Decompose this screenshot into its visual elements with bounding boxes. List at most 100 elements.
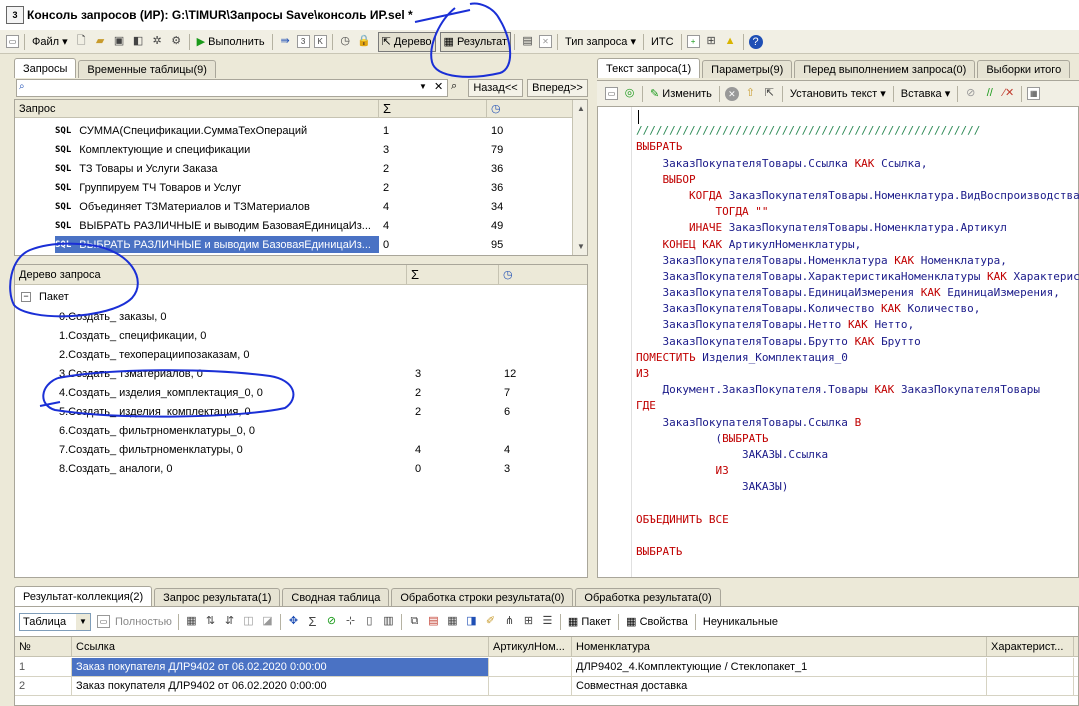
tab-queries[interactable]: Запросы [14,58,77,78]
tree-row[interactable]: 4.Создать_ изделия_комплектация_0, 0 2 7 [15,383,571,402]
insert-menu[interactable]: Вставка ▾ [897,84,954,104]
export-icon[interactable]: ▤ [426,614,441,629]
tab-result-collection[interactable]: Результат-коллекция(2) [14,586,153,606]
select-cursor-icon[interactable]: ⇱ [762,86,777,101]
structure-icon[interactable]: ⊞ [704,34,719,49]
tab-row-processing[interactable]: Обработка строки результата(0) [391,588,574,606]
help-icon[interactable]: ? [748,34,763,49]
table-icon[interactable]: ▦ [1027,87,1041,100]
query-name-cell[interactable]: SQL СУММА(Спецификации.СуммаТехОпераций [55,122,309,139]
query-name-cell[interactable]: SQL Группируем ТЧ Товаров и Услуг [55,179,243,196]
collapse-icon[interactable]: − [21,291,31,302]
run-button[interactable]: ▶ Выполнить [193,32,269,52]
tab-before-execution[interactable]: Перед выполнением запроса(0) [794,60,976,78]
result-cell[interactable] [1074,677,1078,696]
query-name-cell[interactable]: SQL ВЫБРАТЬ РАЗЛИЧНЫЕ и выводим БазоваяЕд… [55,236,379,253]
filter-icon[interactable]: ⊘ [324,614,339,629]
copy-icon[interactable]: ⧉ [407,614,422,629]
format-icon[interactable]: ▤ [520,34,535,49]
tab-temp-tables[interactable]: Временные таблицы(9) [78,60,216,78]
result-cell[interactable]: Заказ покупателя ДЛР9402 от 06.02.2020 0… [72,677,489,696]
tree-row[interactable]: 1.Создать_ спецификации, 0 [15,326,571,345]
tree-row[interactable]: 0.Создать_ заказы, 0 [15,307,571,326]
scroll-down-icon[interactable]: ▼ [573,239,587,255]
file-menu[interactable]: Файл ▾ [28,32,72,52]
ungroup-icon[interactable]: ◪ [260,614,275,629]
query-name-cell[interactable]: SQL ТЗ Товары и Услуги Заказа [55,160,220,177]
editor-menu-icon[interactable]: ▭ [605,87,618,100]
result-cell[interactable] [489,677,572,696]
non-unique-button[interactable]: Неуникальные [699,612,782,632]
tree-row[interactable]: 7.Создать_ фильтрноменклатуры, 0 4 4 [15,440,571,459]
query-list-row[interactable]: SQL Группируем ТЧ Товаров и Услуг 2 36 [15,178,571,197]
result-cell[interactable]: ш [1074,658,1078,677]
result-button[interactable]: ▦ Результат [439,31,512,52]
its-button[interactable]: ИТС [647,32,678,52]
result-cell[interactable] [987,677,1074,696]
fullness-button[interactable]: Полностью [112,612,175,632]
set-text-menu[interactable]: Установить текст ▾ [786,84,890,104]
result-column-header[interactable]: Е [1074,637,1078,657]
new-file-icon[interactable]: 🗋 [74,34,89,49]
query-list-row[interactable]: SQL СУММА(Спецификации.СуммаТехОпераций 1 1… [15,121,571,140]
tab-pivot-table[interactable]: Сводная таблица [282,588,390,606]
result-cell[interactable] [489,658,572,677]
disabled-close-icon[interactable]: ✕ [539,35,553,48]
back-button[interactable]: Назад<< [468,79,523,97]
sum-icon[interactable]: Σ [305,614,320,629]
warning-icon[interactable]: ▲ [723,34,738,49]
properties-button[interactable]: ▦ Свойства [622,612,692,632]
query-list-row[interactable]: SQL ВЫБРАТЬ РАЗЛИЧНЫЕ и выводим БазоваяЕд… [15,235,571,254]
tab-result-processing[interactable]: Обработка результата(0) [575,588,721,606]
query-name-header[interactable]: Запрос [15,100,379,118]
find-icon[interactable]: ⌕ [451,80,457,93]
tab-parameters[interactable]: Параметры(9) [702,60,793,78]
query-code[interactable]: ////////////////////////////////////////… [636,107,1079,557]
query-tree-header[interactable]: Дерево запроса [15,265,407,285]
cancel-icon[interactable]: ✕ [724,86,739,101]
comment-icon[interactable]: // [982,86,997,101]
time-header[interactable]: ◷ [487,100,573,118]
uncomment-icon[interactable]: ⁄✕ [1001,86,1016,101]
query-list-row[interactable]: SQL ТЗ Товары и Услуги Заказа 2 36 [15,159,571,178]
add-icon[interactable]: + [686,35,700,48]
query-builder-icon[interactable]: 3 [296,35,310,48]
query-name-cell[interactable]: SQL Объединяет ТЗМатериалов и ТЗМатериало… [55,198,312,215]
result-column-header[interactable]: Характерист... [987,637,1074,657]
dropdown-arrow-icon[interactable]: ▼ [419,82,427,91]
cursor-move-icon[interactable]: ✥ [286,614,301,629]
result-column-header[interactable]: АртикулНом... [489,637,572,657]
tree-view-icon[interactable]: ⊞ [521,614,536,629]
tab-result-query[interactable]: Запрос результата(1) [154,588,281,606]
save-icon[interactable]: ▣ [112,34,127,49]
sum-header-icon[interactable]: Σ [379,100,487,118]
layout-icon[interactable]: ◨ [464,614,479,629]
dropdown-arrow-icon[interactable]: ▼ [76,613,90,630]
tree-row[interactable]: 5.Создать_ изделия_комплектация, 0 2 6 [15,402,571,421]
query-type-menu[interactable]: Тип запроса ▾ [561,32,640,52]
table-view-icon[interactable]: ▦ [445,614,460,629]
column-icon[interactable]: ▯ [362,614,377,629]
result-column-header[interactable]: № [15,637,72,657]
tree-row[interactable]: 6.Создать_ фильтрноменклатуры_0, 0 [15,421,571,440]
query-name-cell[interactable]: SQL ВЫБРАТЬ РАЗЛИЧНЫЕ и выводим БазоваяЕд… [55,217,373,234]
tree-row[interactable]: 8.Создать_ аналоги, 0 0 3 [15,459,571,478]
console-menu-icon[interactable]: ▭ [6,35,19,48]
settings-gear-icon[interactable]: ✲ [150,34,165,49]
query-list-row[interactable]: SQL Комплектующие и спецификации 3 79 [15,140,571,159]
run-step-icon[interactable]: ⇛ [278,34,293,49]
sort-asc-icon[interactable]: ⇅ [203,614,218,629]
tree-row[interactable]: 3.Создать_ тзматериалов, 0 3 12 [15,364,571,383]
hierarchy-icon[interactable]: ⋔ [502,614,517,629]
sort-desc-icon[interactable]: ⇵ [222,614,237,629]
query-k-icon[interactable]: K [313,35,327,48]
scroll-up-icon[interactable]: ▲ [573,101,587,117]
query-list-scrollbar[interactable]: ▲ ▼ [572,100,587,255]
packet-button[interactable]: ▦ Пакет [564,612,615,632]
clear-format-icon[interactable]: ⊘ [963,86,978,101]
grid-icon[interactable]: ▦ [184,614,199,629]
query-list-row[interactable]: SQL Объединяет ТЗМатериалов и ТЗМатериало… [15,197,571,216]
columns-icon[interactable]: ▥ [381,614,396,629]
list-icon[interactable]: ☰ [540,614,555,629]
result-cell[interactable]: 1 [15,658,72,677]
